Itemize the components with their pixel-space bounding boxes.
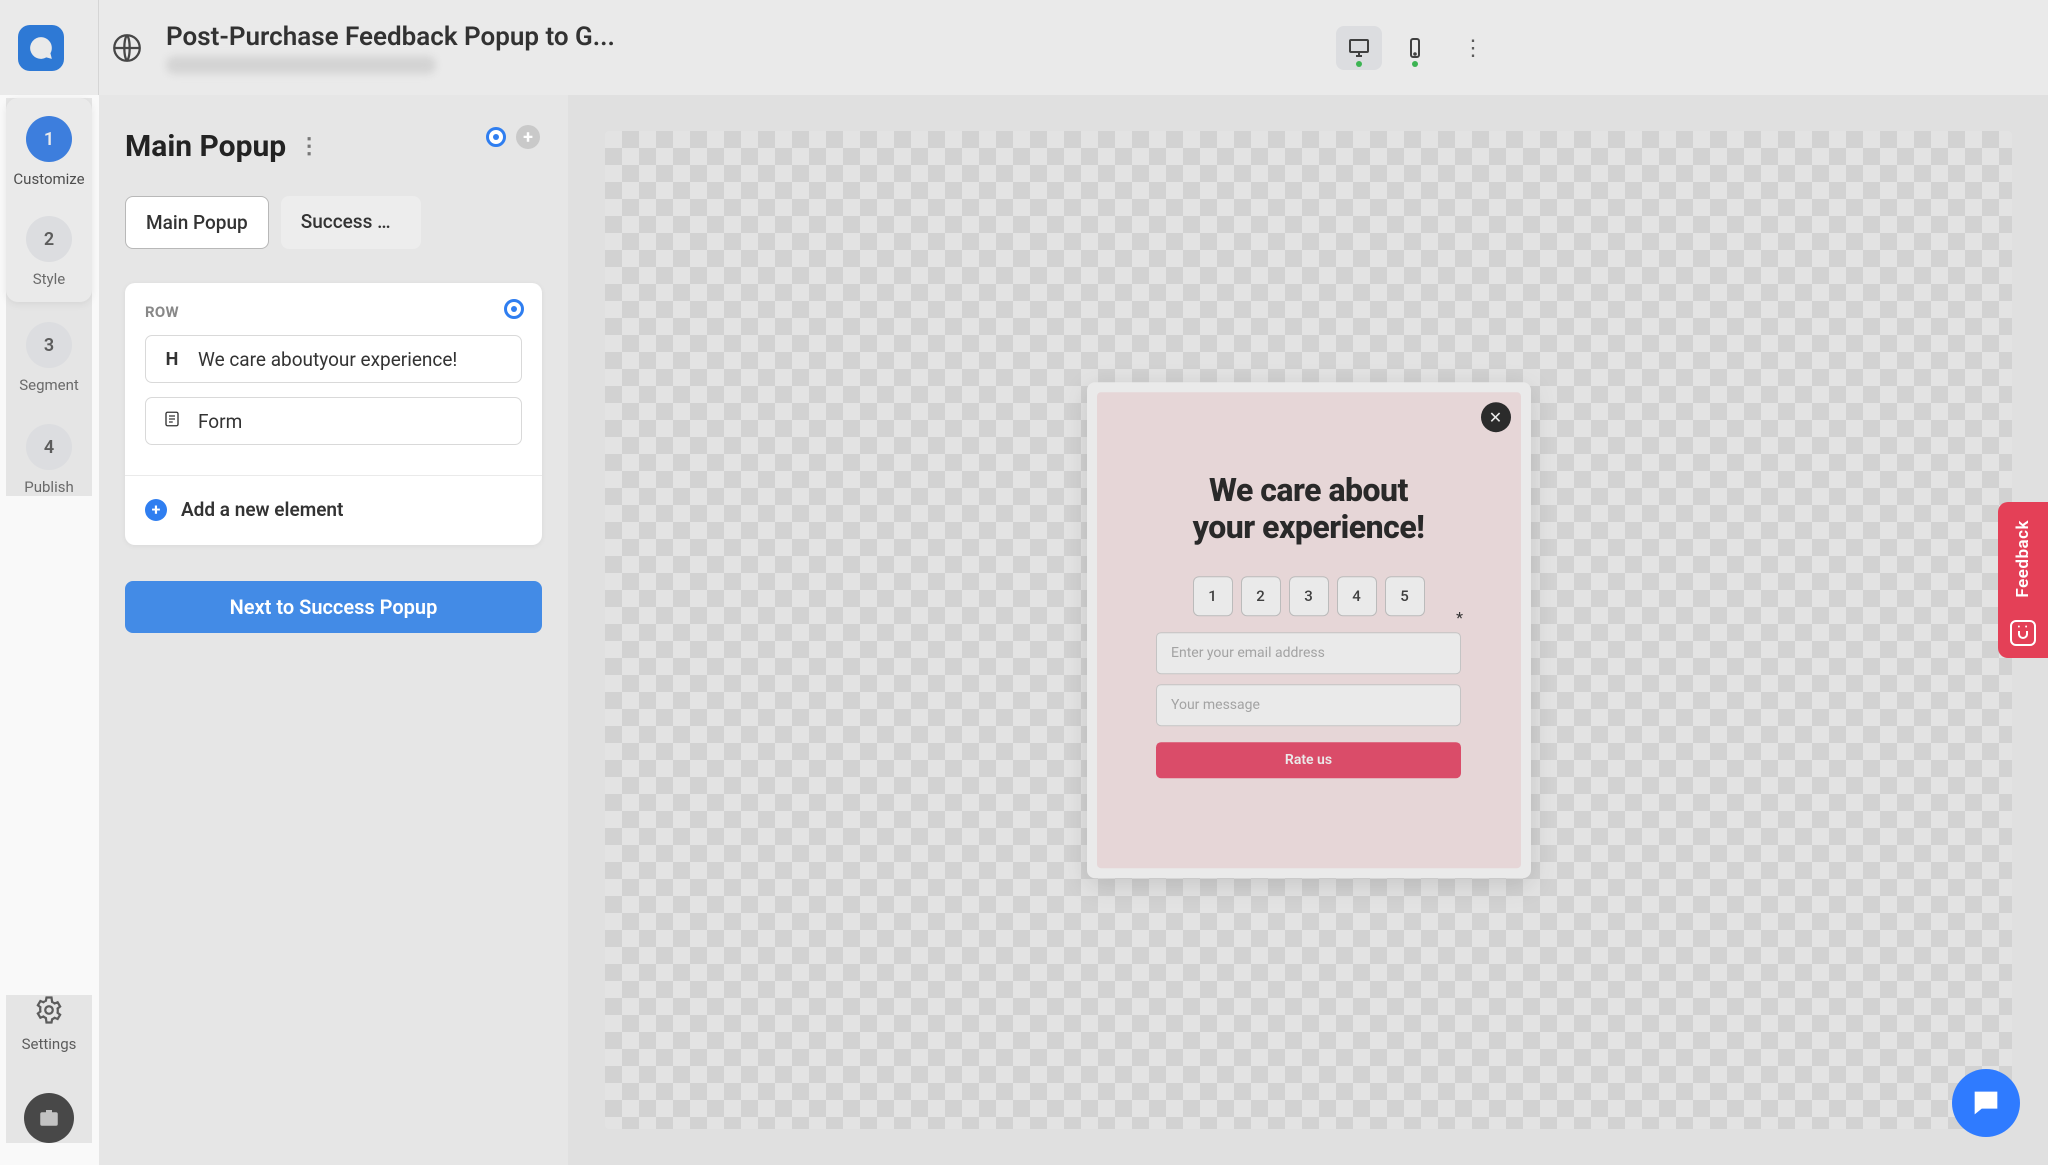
heading-line: We care about xyxy=(1209,471,1408,509)
briefcase-icon xyxy=(37,1106,61,1130)
form-icon xyxy=(162,410,182,433)
step-publish[interactable]: 4 Publish xyxy=(24,424,73,496)
app-logo[interactable] xyxy=(18,25,64,71)
logo-icon xyxy=(28,35,54,61)
heading-icon: H xyxy=(162,349,182,370)
status-dot-icon xyxy=(1356,61,1362,67)
element-form[interactable]: Form xyxy=(145,397,522,445)
page-subtitle-blurred xyxy=(166,56,436,74)
step-style[interactable]: 2 Style xyxy=(26,216,72,288)
step-number: 1 xyxy=(26,116,72,162)
feedback-label: Feedback xyxy=(2013,520,2033,598)
settings-label: Settings xyxy=(22,1035,77,1053)
desktop-icon xyxy=(1347,36,1371,60)
rating-1[interactable]: 1 xyxy=(1193,576,1233,616)
close-icon: ✕ xyxy=(1489,408,1502,427)
message-input[interactable] xyxy=(1156,684,1461,726)
title-block: Post-Purchase Feedback Popup to G... xyxy=(166,22,615,74)
step-label: Publish xyxy=(24,478,73,496)
step-label: Style xyxy=(33,270,66,288)
panel-more-button[interactable]: ⋮ xyxy=(298,134,320,159)
editor-panel: Main Popup ⋮ + Main Popup Success Po… RO… xyxy=(99,95,569,1165)
step-customize[interactable]: 1 Customize xyxy=(13,116,84,188)
step-segment[interactable]: 3 Segment xyxy=(19,322,79,394)
panel-target-controls: + xyxy=(486,125,540,149)
step-card: 1 Customize 2 Style xyxy=(6,98,92,302)
rating-2[interactable]: 2 xyxy=(1241,576,1281,616)
target-icon[interactable] xyxy=(486,127,506,147)
row-card: ROW H We care aboutyour experience! Form… xyxy=(125,283,542,545)
step-label: Customize xyxy=(13,170,84,188)
add-element-button[interactable]: + Add a new element xyxy=(145,498,522,521)
feedback-tab[interactable]: Feedback xyxy=(1998,502,2048,658)
rating-3[interactable]: 3 xyxy=(1289,576,1329,616)
next-button[interactable]: Next to Success Popup xyxy=(125,581,542,633)
more-menu-button[interactable]: ⋮ xyxy=(1458,36,1488,61)
vertical-divider xyxy=(98,0,99,95)
rating-4[interactable]: 4 xyxy=(1337,576,1377,616)
device-toggle: ⋮ xyxy=(1336,26,1488,70)
chat-icon xyxy=(1969,1086,2003,1120)
submit-button[interactable]: Rate us xyxy=(1156,742,1461,778)
email-input[interactable] xyxy=(1156,632,1461,674)
close-button[interactable]: ✕ xyxy=(1481,402,1511,432)
target-icon[interactable] xyxy=(504,299,524,319)
tabs: Main Popup Success Po… xyxy=(125,196,542,249)
step-label: Segment xyxy=(19,376,79,394)
element-heading[interactable]: H We care aboutyour experience! xyxy=(145,335,522,383)
row-label: ROW xyxy=(145,303,522,321)
add-block-button[interactable]: + xyxy=(516,125,540,149)
rating-5[interactable]: 5 xyxy=(1385,576,1425,616)
chat-launcher[interactable] xyxy=(1952,1069,2020,1137)
mobile-preview-button[interactable] xyxy=(1392,26,1438,70)
step-rail: 1 Customize 2 Style 3 Segment 4 Publish xyxy=(6,98,92,496)
element-label: We care aboutyour experience! xyxy=(198,348,457,371)
step-number: 4 xyxy=(26,424,72,470)
panel-title-text: Main Popup xyxy=(125,129,286,164)
heading-line: your experience! xyxy=(1193,508,1425,546)
smiley-icon xyxy=(2010,620,2036,646)
required-star-icon: * xyxy=(1456,608,1463,627)
plus-icon: + xyxy=(145,499,167,521)
briefcase-button[interactable] xyxy=(24,1093,74,1143)
topbar: Post-Purchase Feedback Popup to G... ⋮ xyxy=(0,0,2048,95)
canvas-frame: ✕ We care about your experience! 1 2 3 4… xyxy=(605,131,2012,1129)
desktop-preview-button[interactable] xyxy=(1336,26,1382,70)
step-number: 2 xyxy=(26,216,72,262)
rating-row: 1 2 3 4 5 xyxy=(1193,576,1425,616)
mobile-icon xyxy=(1403,36,1427,60)
panel-title: Main Popup ⋮ xyxy=(125,129,542,164)
globe-icon[interactable] xyxy=(110,31,144,65)
settings-button[interactable]: Settings xyxy=(22,995,77,1053)
settings-block: Settings xyxy=(6,995,92,1143)
tab-success-popup[interactable]: Success Po… xyxy=(281,196,421,249)
gear-icon xyxy=(34,995,64,1029)
step-number: 3 xyxy=(26,322,72,368)
popup-heading: We care about your experience! xyxy=(1193,472,1425,546)
status-dot-icon xyxy=(1412,61,1418,67)
element-label: Form xyxy=(198,410,242,433)
divider xyxy=(125,475,542,476)
add-element-label: Add a new element xyxy=(181,498,343,521)
canvas: ✕ We care about your experience! 1 2 3 4… xyxy=(569,95,2048,1165)
tab-main-popup[interactable]: Main Popup xyxy=(125,196,269,249)
popup-preview: ✕ We care about your experience! 1 2 3 4… xyxy=(1087,382,1531,878)
page-title: Post-Purchase Feedback Popup to G... xyxy=(166,22,615,52)
